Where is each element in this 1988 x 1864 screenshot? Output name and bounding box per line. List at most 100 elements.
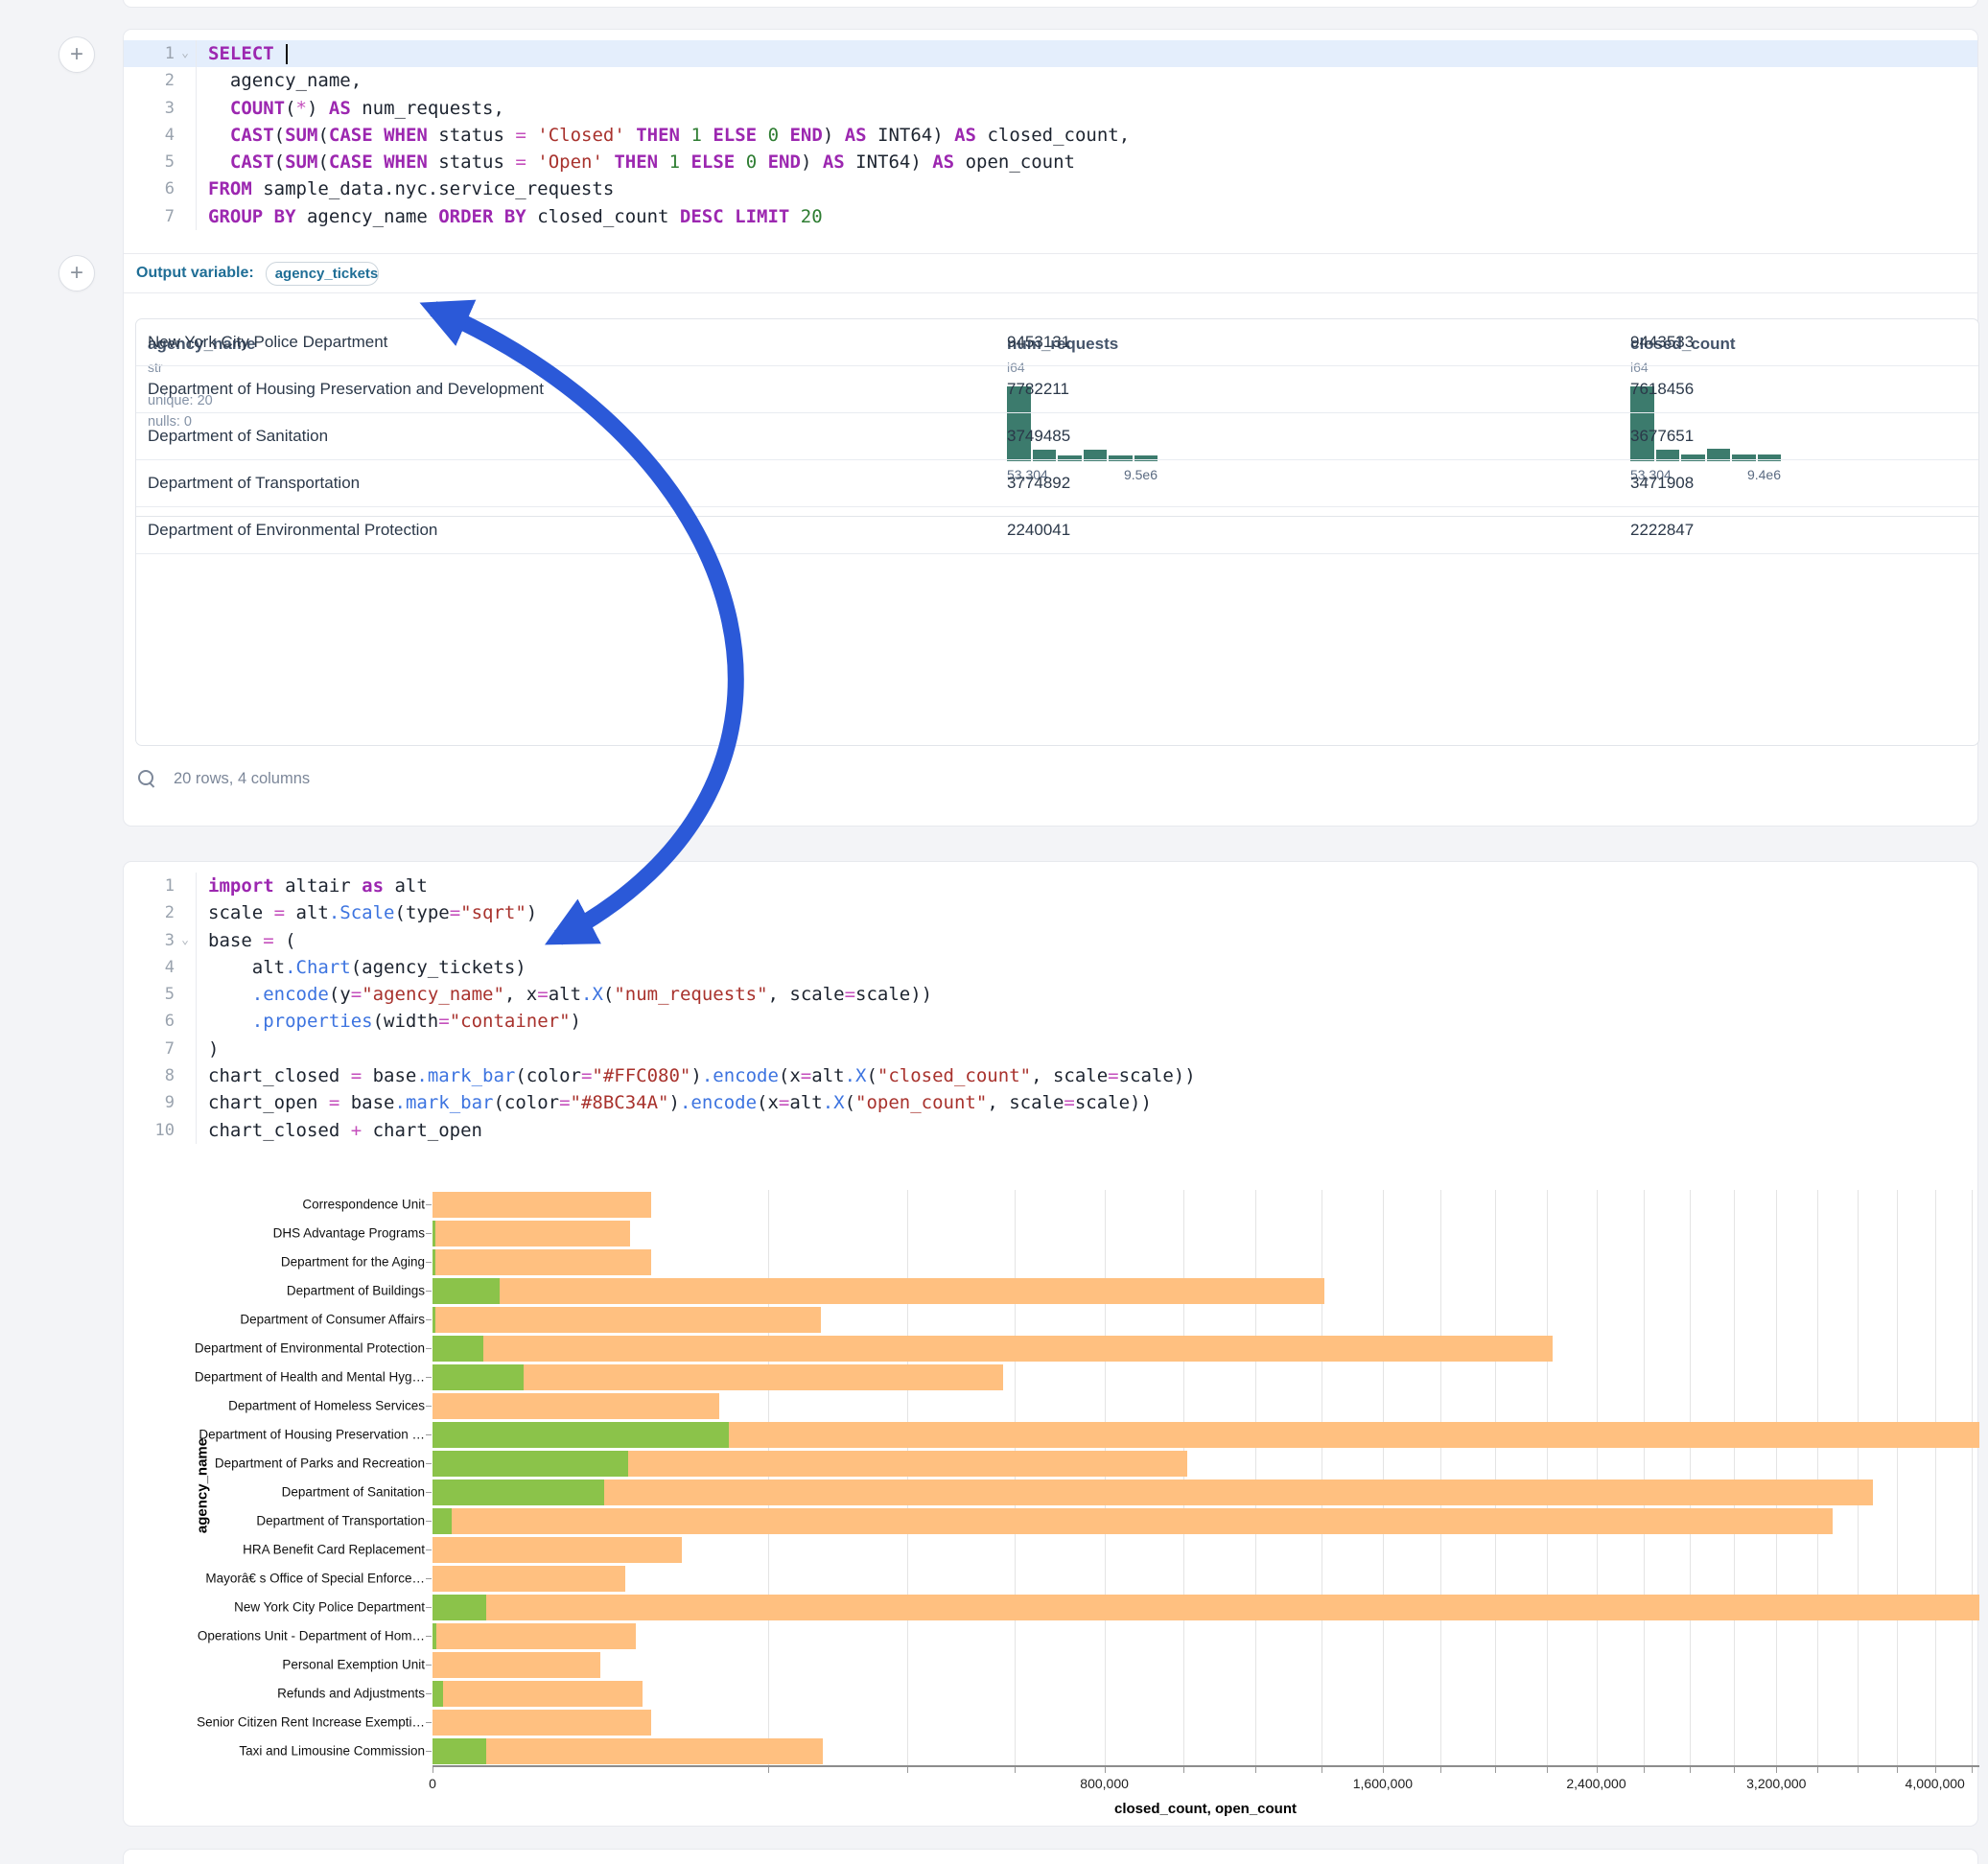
x-axis-tick <box>1183 1767 1184 1773</box>
x-axis-tick <box>1321 1767 1322 1773</box>
y-axis-category-label: Mayorâ€ s Office of Special Enforce… <box>128 1572 425 1586</box>
gridline <box>1817 1190 1818 1765</box>
line-number: 7 <box>132 203 175 230</box>
python-editor[interactable]: 1import altair as alt2scale = alt.Scale(… <box>124 862 1977 1144</box>
code-line: 1⌄SELECT <box>124 40 1977 67</box>
sql-cell-card: 1⌄SELECT 2 agency_name,3 COUNT(*) AS num… <box>123 29 1978 827</box>
code-line: 7GROUP BY agency_name ORDER BY closed_co… <box>124 203 1977 230</box>
bar-open-count <box>433 1681 443 1707</box>
line-number: 2 <box>132 67 175 94</box>
y-axis-category-label: New York City Police Department <box>128 1600 425 1615</box>
bar-open-count <box>433 1508 452 1534</box>
cell-agency_name: Department of Sanitation <box>136 413 1011 459</box>
y-axis-tick <box>426 1521 432 1522</box>
cell-closed_count: 3471908 <box>1623 460 1979 506</box>
table-dimensions-label: 20 rows, 4 columns <box>174 770 310 788</box>
code-line: 5 .encode(y="agency_name", x=alt.X("num_… <box>124 981 1977 1008</box>
gridline <box>1597 1190 1598 1765</box>
line-number: 5 <box>132 981 175 1008</box>
bar-closed-count <box>433 1278 1324 1304</box>
sql-editor[interactable]: 1⌄SELECT 2 agency_name,3 COUNT(*) AS num… <box>124 30 1977 230</box>
line-number: 9 <box>132 1089 175 1116</box>
line-number: 5 <box>132 149 175 175</box>
y-axis-category-label: Department of Parks and Recreation <box>128 1456 425 1471</box>
gutter-spacer <box>175 899 196 926</box>
x-axis-tick <box>1734 1767 1735 1773</box>
gridline <box>1690 1190 1691 1765</box>
y-axis-tick <box>426 1204 432 1205</box>
cell-closed_count: 9443533 <box>1623 319 1979 365</box>
bar-closed-count <box>433 1336 1553 1362</box>
line-number: 3 <box>132 95 175 122</box>
x-axis-tick-label: 2,400,000 <box>1566 1776 1625 1791</box>
line-number: 7 <box>132 1036 175 1062</box>
x-axis-tick-label: 4,000,000 <box>1906 1776 1965 1791</box>
y-axis-tick <box>426 1693 432 1694</box>
y-axis-tick <box>426 1291 432 1292</box>
previous-cell-card <box>123 0 1978 8</box>
x-axis-tick <box>1597 1767 1598 1773</box>
cell-agency_name: Department of Housing Preservation and D… <box>136 366 1011 412</box>
gutter-spacer <box>175 954 196 981</box>
gridline <box>1255 1190 1256 1765</box>
gutter-spacer <box>175 203 196 230</box>
gridline <box>1383 1190 1384 1765</box>
cell-num_requests: 2240041 <box>999 507 1630 553</box>
x-axis-tick-label: 3,200,000 <box>1746 1776 1806 1791</box>
table-footer: 20 rows, 4 columns <box>137 769 310 788</box>
code-line: 4 CAST(SUM(CASE WHEN status = 'Closed' T… <box>124 122 1977 149</box>
x-axis-tick <box>1858 1767 1859 1773</box>
code-line: 1import altair as alt <box>124 873 1977 899</box>
bar-open-count <box>433 1364 524 1390</box>
bar-closed-count <box>433 1480 1873 1505</box>
fold-chevron-icon[interactable]: ⌄ <box>175 40 196 67</box>
y-axis-category-label: Department of Homeless Services <box>128 1399 425 1413</box>
output-variable-bar: Output variable: agency_tickets <box>124 253 1977 293</box>
bar-open-count <box>433 1278 500 1304</box>
table-row[interactable]: New York City Police Department945313194… <box>136 319 1978 366</box>
x-axis-tick <box>1255 1767 1256 1773</box>
table-row[interactable]: Department of Housing Preservation and D… <box>136 366 1978 413</box>
y-axis-category-label: Correspondence Unit <box>128 1198 425 1212</box>
code-line: 6 .properties(width="container") <box>124 1008 1977 1035</box>
y-axis-category-label: DHS Advantage Programs <box>128 1226 425 1241</box>
code-line: 5 CAST(SUM(CASE WHEN status = 'Open' THE… <box>124 149 1977 175</box>
fold-chevron-icon[interactable]: ⌄ <box>175 927 196 954</box>
y-axis-tick <box>426 1665 432 1666</box>
y-axis-tick <box>426 1636 432 1637</box>
bar-closed-count <box>433 1393 719 1419</box>
cell-closed_count: 3677651 <box>1623 413 1979 459</box>
x-axis-tick <box>1897 1767 1898 1773</box>
next-cell-card <box>123 1849 1978 1864</box>
x-axis-tick <box>1105 1767 1106 1773</box>
table-row[interactable]: Department of Sanitation37494853677651 <box>136 413 1978 460</box>
gutter-spacer <box>175 95 196 122</box>
gridline <box>1897 1190 1898 1765</box>
y-axis-tick <box>426 1262 432 1263</box>
y-axis-tick <box>426 1492 432 1493</box>
add-cell-button-top[interactable]: + <box>58 36 95 73</box>
bar-closed-count <box>433 1710 651 1736</box>
bar-closed-count <box>433 1508 1833 1534</box>
output-variable-badge[interactable]: agency_tickets <box>266 262 379 286</box>
code-line: 10chart_closed + chart_open <box>124 1117 1977 1144</box>
bar-open-count <box>433 1221 435 1247</box>
y-axis-category-label: Department of Housing Preservation … <box>128 1428 425 1442</box>
table-row[interactable]: Department of Transportation377489234719… <box>136 460 1978 507</box>
chart-plot-area <box>433 1190 1979 1765</box>
gridline <box>1644 1190 1645 1765</box>
bar-closed-count <box>433 1595 1979 1620</box>
bar-closed-count <box>433 1681 643 1707</box>
y-axis-category-label: Senior Citizen Rent Increase Exempti… <box>128 1715 425 1730</box>
gridline <box>1734 1190 1735 1765</box>
x-axis-tick <box>1644 1767 1645 1773</box>
gridline <box>1440 1190 1441 1765</box>
search-icon[interactable] <box>137 769 156 788</box>
table-row[interactable]: Department of Environmental Protection22… <box>136 507 1978 554</box>
bar-open-count <box>433 1595 486 1620</box>
x-axis-line <box>433 1765 1979 1767</box>
add-cell-button-output[interactable]: + <box>58 255 95 291</box>
gutter-spacer <box>175 1062 196 1089</box>
code-line: 2 agency_name, <box>124 67 1977 94</box>
y-axis-category-label: Operations Unit - Department of Hom… <box>128 1629 425 1643</box>
